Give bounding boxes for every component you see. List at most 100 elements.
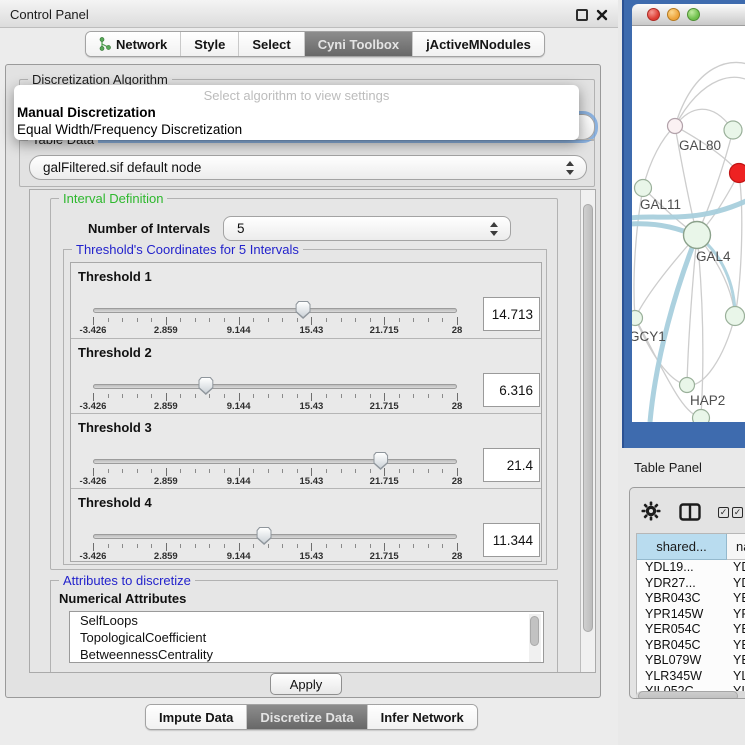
cell-shared-name[interactable]: YER054C: [637, 622, 727, 638]
tab-cyni-toolbox[interactable]: Cyni Toolbox: [305, 32, 413, 56]
tick-label: 15.43: [300, 476, 324, 487]
table-row[interactable]: YBL079WYBL0: [637, 653, 745, 669]
threshold-4-slider[interactable]: -3.4262.8599.14415.4321.71528: [93, 489, 457, 564]
tab-discretize-data[interactable]: Discretize Data: [247, 705, 367, 729]
network-node-selected[interactable]: [730, 164, 745, 183]
column-header-shared-name[interactable]: shared...: [637, 534, 727, 560]
attributes-list-scrollbar[interactable]: [529, 614, 541, 662]
settings-vertical-scrollbar[interactable]: [580, 190, 595, 672]
tab-select[interactable]: Select: [239, 32, 304, 56]
table-row[interactable]: YDR27...YDR2: [637, 576, 745, 592]
option-equal-width-frequency[interactable]: Equal Width/Frequency Discretization: [17, 122, 242, 137]
threshold-1-slider[interactable]: -3.4262.8599.14415.4321.71528: [93, 263, 457, 338]
right-panel-area: GAL80 GA C GAL11 GAL4 GCY1 H HAP2 Table …: [622, 0, 745, 745]
tick-mark: [93, 393, 94, 401]
attribute-list-item[interactable]: TopologicalCoefficient: [70, 629, 543, 646]
attribute-list-item[interactable]: BetweennessCentrality: [70, 646, 543, 663]
cell-shared-name[interactable]: YDL19...: [637, 560, 727, 576]
network-node[interactable]: [680, 378, 695, 393]
tick-mark: [253, 544, 254, 548]
table-horizontal-scrollbar[interactable]: [636, 691, 745, 699]
tick-mark: [209, 544, 210, 548]
table-panel-toolbar: ✓ ✓: [630, 488, 745, 532]
table-row[interactable]: YLR345WYLR3: [637, 669, 745, 685]
table-row[interactable]: YDL19...YDL1: [637, 560, 745, 576]
tick-mark: [108, 318, 109, 322]
network-node[interactable]: [668, 119, 683, 134]
option-manual-discretization[interactable]: Manual Discretization: [17, 105, 156, 120]
tick-mark: [341, 469, 342, 473]
apply-button[interactable]: Apply: [270, 673, 342, 695]
tick-mark: [399, 544, 400, 548]
cell-shared-name[interactable]: YBL079W: [637, 653, 727, 669]
tab-style[interactable]: Style: [181, 32, 239, 56]
cell-shared-name[interactable]: YLR345W: [637, 669, 727, 685]
threshold-1-value-field[interactable]: [483, 297, 540, 331]
cell-shared-name[interactable]: YPR145W: [637, 607, 727, 623]
cell-shared-name[interactable]: YBR045C: [637, 638, 727, 654]
cell-shared-name[interactable]: YDR27...: [637, 576, 727, 592]
table-row[interactable]: YBR045CYBR0: [637, 638, 745, 654]
tick-mark: [457, 468, 458, 476]
threshold-3-value-field[interactable]: [483, 448, 540, 482]
tick-mark: [93, 468, 94, 476]
checkbox-icon[interactable]: ✓: [718, 507, 729, 518]
minimize-traffic-light[interactable]: [667, 8, 680, 21]
scrollbar-thumb[interactable]: [583, 204, 593, 632]
cell-name[interactable]: YBR0: [727, 591, 745, 607]
tick-label: -3.426: [80, 325, 107, 336]
threshold-2-slider[interactable]: -3.4262.8599.14415.4321.71528: [93, 339, 457, 414]
network-node[interactable]: [724, 121, 742, 139]
cell-name[interactable]: YPR1: [727, 607, 745, 623]
threshold-3-slider[interactable]: -3.4262.8599.14415.4321.71528: [93, 414, 457, 489]
tab-infer-network[interactable]: Infer Network: [368, 705, 477, 729]
table-body: YDL19...YDL1YDR27...YDR2YBR043CYBR0YPR14…: [637, 560, 745, 699]
float-window-icon[interactable]: [576, 9, 588, 21]
threshold-2-value-field[interactable]: [483, 373, 540, 407]
tick-mark: [122, 469, 123, 473]
slider-track[interactable]: [93, 459, 457, 464]
tick-label: 28: [452, 401, 463, 412]
threshold-4-value-field[interactable]: [483, 523, 540, 557]
network-node[interactable]: [632, 311, 643, 326]
thresholds-box: Threshold 1 -3.4262.8599.14415.4321.7152…: [70, 262, 542, 562]
table-row[interactable]: YER054CYER0: [637, 622, 745, 638]
zoom-traffic-light[interactable]: [687, 8, 700, 21]
tab-network[interactable]: Network: [86, 32, 181, 56]
tick-mark: [413, 318, 414, 322]
cell-name[interactable]: YLR3: [727, 669, 745, 685]
columns-icon[interactable]: [679, 503, 701, 521]
network-node[interactable]: [635, 180, 652, 197]
cell-shared-name[interactable]: YBR043C: [637, 591, 727, 607]
cell-name[interactable]: YBL0: [727, 653, 745, 669]
gear-icon[interactable]: [641, 501, 661, 521]
scrollbar-thumb[interactable]: [638, 691, 738, 699]
bottom-tabbar: Impute Data Discretize Data Infer Networ…: [145, 704, 478, 730]
table-row[interactable]: YBR043CYBR0: [637, 591, 745, 607]
number-of-intervals-spinner[interactable]: 5: [223, 216, 511, 241]
network-node[interactable]: [726, 307, 745, 326]
network-node[interactable]: [684, 222, 711, 249]
control-panel-window: Control Panel Network Style Select Cyni …: [0, 0, 618, 745]
column-header-name[interactable]: na: [727, 534, 745, 560]
network-node[interactable]: [693, 410, 710, 423]
table-data-combo[interactable]: galFiltered.sif default node: [29, 155, 587, 180]
attribute-list-item[interactable]: SelfLoops: [70, 612, 543, 629]
tick-mark: [239, 468, 240, 476]
slider-track[interactable]: [93, 534, 457, 539]
close-traffic-light[interactable]: [647, 8, 660, 21]
cell-name[interactable]: YDL1: [727, 560, 745, 576]
table-row[interactable]: YPR145WYPR1: [637, 607, 745, 623]
network-canvas[interactable]: GAL80 GA C GAL11 GAL4 GCY1 H HAP2: [632, 26, 745, 422]
tab-jactivemnodules[interactable]: jActiveMNodules: [413, 32, 544, 56]
tick-mark: [108, 544, 109, 548]
tab-impute-data[interactable]: Impute Data: [146, 705, 247, 729]
close-icon[interactable]: [596, 9, 608, 21]
slider-track[interactable]: [93, 384, 457, 389]
slider-track[interactable]: [93, 308, 457, 313]
tick-label: 15.43: [300, 401, 324, 412]
cell-name[interactable]: YDR2: [727, 576, 745, 592]
cell-name[interactable]: YBR0: [727, 638, 745, 654]
cell-name[interactable]: YER0: [727, 622, 745, 638]
checkbox-icon[interactable]: ✓: [732, 507, 743, 518]
